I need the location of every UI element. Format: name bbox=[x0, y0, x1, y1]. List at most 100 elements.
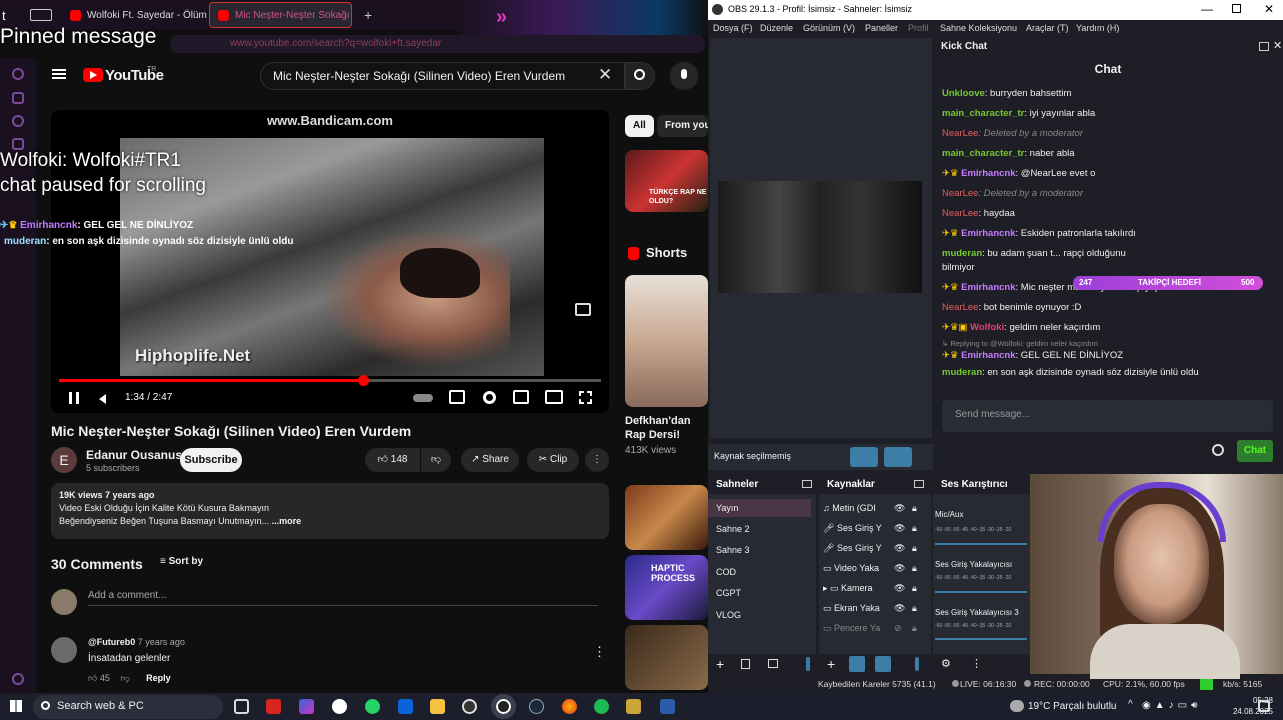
obs-preview[interactable] bbox=[710, 38, 932, 438]
outlook-icon[interactable] bbox=[398, 699, 413, 714]
clip-button[interactable]: ✂ Clip bbox=[527, 448, 579, 472]
taskbar-search-input[interactable]: Search web & PC bbox=[33, 695, 223, 719]
scene-item[interactable]: COD bbox=[708, 563, 811, 581]
theater-mode-icon[interactable] bbox=[545, 390, 563, 404]
volume-slider[interactable] bbox=[935, 638, 1027, 640]
whatsapp-icon[interactable] bbox=[365, 699, 380, 714]
scene-filters-icon[interactable] bbox=[768, 659, 778, 668]
visibility-eye-icon[interactable]: 👁︎ bbox=[894, 563, 905, 574]
tray-icons[interactable]: ◉▲♪▭🔊︎ bbox=[1142, 700, 1201, 711]
menu-view[interactable]: Görünüm (V) bbox=[803, 23, 855, 33]
sources-list[interactable]: ♫ Metin (GDI 👁︎ 🔒︎ 🎤︎ Ses Giriş Y 👁︎ 🔒︎ 🎤︎ S… bbox=[819, 494, 931, 654]
firefox-icon[interactable] bbox=[562, 699, 577, 714]
remove-source-icon[interactable] bbox=[849, 656, 865, 672]
short-thumbnail[interactable] bbox=[625, 625, 708, 690]
fullscreen-icon[interactable] bbox=[579, 391, 592, 404]
mixer-settings-gear-icon[interactable]: ⚙ bbox=[941, 657, 951, 670]
source-item[interactable]: ♫ Metin (GDI 👁︎ 🔒︎ bbox=[819, 499, 922, 517]
volume-icon[interactable] bbox=[99, 394, 106, 404]
close-window-icon[interactable]: ✕ bbox=[1264, 2, 1274, 16]
dock-float-icon[interactable] bbox=[914, 480, 924, 488]
add-scene-icon[interactable]: + bbox=[716, 656, 724, 672]
lock-icon[interactable]: 🔒︎ bbox=[912, 583, 917, 594]
source-item[interactable]: ▭ Ekran Yaka 👁︎ 🔒︎ bbox=[819, 599, 922, 617]
source-properties-gear-icon[interactable] bbox=[850, 447, 878, 467]
hamburger-menu-icon[interactable] bbox=[52, 69, 66, 79]
weather-text[interactable]: 19°C Parçalı bulutlu bbox=[1028, 701, 1117, 712]
volume-slider[interactable] bbox=[935, 543, 1027, 545]
tab-overview-icon[interactable] bbox=[30, 9, 52, 21]
recommended-thumbnail[interactable]: TÜRKÇE RAP NE OLDU? bbox=[625, 150, 708, 212]
scene-item[interactable]: Yayın bbox=[708, 499, 811, 517]
maximize-icon[interactable] bbox=[1232, 4, 1241, 13]
app-icon-w[interactable] bbox=[266, 699, 281, 714]
menu-tools[interactable]: Araçlar (T) bbox=[1026, 23, 1069, 33]
scene-item[interactable]: VLOG bbox=[708, 606, 811, 624]
weather-icon[interactable] bbox=[1010, 700, 1024, 712]
source-settings-gear-icon[interactable] bbox=[875, 656, 891, 672]
add-source-icon[interactable]: + bbox=[827, 656, 835, 672]
progress-scrubber[interactable] bbox=[357, 375, 369, 386]
lock-icon[interactable]: 🔒︎ bbox=[912, 563, 917, 574]
chat-username[interactable]: Unkloove bbox=[942, 88, 985, 99]
volume-slider[interactable] bbox=[935, 591, 1027, 593]
comment-dislike-icon[interactable]: 👎︎ bbox=[120, 673, 129, 683]
menu-profile[interactable]: Profil bbox=[908, 23, 929, 33]
lock-icon[interactable]: 🔒︎ bbox=[912, 603, 917, 614]
app-icon-game[interactable] bbox=[626, 699, 641, 714]
pause-icon[interactable] bbox=[69, 392, 79, 404]
chat-message-list[interactable]: Unkloove: burryden bahsettim main_charac… bbox=[942, 84, 1277, 383]
chip-from-channel[interactable]: From your bbox=[657, 115, 708, 137]
chip-all[interactable]: All bbox=[625, 115, 654, 137]
source-item[interactable]: 🎤︎ Ses Giriş Y 👁︎ 🔒︎ bbox=[819, 519, 922, 537]
visibility-eye-icon[interactable]: 👁︎ bbox=[894, 503, 905, 514]
chat-username[interactable]: NearLee bbox=[942, 128, 978, 139]
xbox-icon[interactable] bbox=[332, 699, 347, 714]
lock-icon[interactable]: 🔒︎ bbox=[912, 623, 917, 634]
chat-username[interactable]: NearLee bbox=[942, 302, 978, 313]
new-tab-icon[interactable]: + bbox=[364, 7, 372, 23]
progress-bar[interactable] bbox=[59, 375, 601, 386]
channel-name[interactable]: Edanur Ousanus bbox=[86, 448, 182, 462]
remove-scene-icon[interactable] bbox=[741, 659, 750, 669]
steam-icon[interactable] bbox=[529, 699, 544, 714]
visibility-eye-icon[interactable]: 👁︎ bbox=[894, 523, 905, 534]
obs-active-icon[interactable] bbox=[491, 694, 516, 719]
dislike-button[interactable]: 👎︎ bbox=[421, 448, 451, 472]
chat-username[interactable]: muderan bbox=[942, 367, 982, 378]
short-title[interactable]: Defkhan'dan Rap Dersi! bbox=[625, 414, 691, 442]
menu-file[interactable]: Dosya (F) bbox=[713, 23, 753, 33]
chat-username[interactable]: main_character_tr bbox=[942, 108, 1024, 119]
copilot-icon[interactable] bbox=[299, 699, 314, 714]
short-thumbnail[interactable] bbox=[625, 485, 708, 550]
scene-item[interactable]: CGPT bbox=[708, 584, 811, 602]
lock-icon[interactable]: 🔒︎ bbox=[912, 543, 917, 554]
menu-docks[interactable]: Paneller bbox=[865, 23, 898, 33]
search-button[interactable] bbox=[625, 62, 655, 90]
sidebar-history-icon[interactable] bbox=[12, 115, 24, 127]
dock-float-icon[interactable] bbox=[802, 480, 812, 488]
chat-username[interactable]: muderan bbox=[942, 248, 982, 259]
visibility-hidden-icon[interactable]: ⊘ bbox=[894, 623, 902, 634]
short-thumbnail[interactable]: HAPTIC PROCESS bbox=[625, 555, 708, 620]
chat-username[interactable]: NearLee bbox=[942, 208, 978, 219]
sidebar-settings-icon[interactable] bbox=[12, 673, 24, 685]
send-chat-button[interactable]: Chat bbox=[1237, 440, 1273, 462]
clear-search-icon[interactable]: ✕ bbox=[598, 65, 612, 85]
sidebar-globe-icon[interactable] bbox=[12, 68, 24, 80]
commenter-avatar[interactable] bbox=[51, 637, 77, 663]
lock-icon[interactable]: 🔒︎ bbox=[912, 523, 917, 534]
share-button[interactable]: ↗ Share bbox=[461, 448, 519, 472]
visibility-eye-icon[interactable]: 👁︎ bbox=[894, 583, 905, 594]
visibility-eye-icon[interactable]: 👁︎ bbox=[894, 603, 905, 614]
comment-username[interactable]: @Futureb0 bbox=[88, 637, 135, 647]
mixer-menu-icon[interactable]: ⋮ bbox=[971, 657, 982, 670]
notification-icon[interactable] bbox=[1258, 700, 1270, 712]
dock-float-icon[interactable] bbox=[1259, 42, 1269, 51]
chat-username[interactable]: Emirhancnk bbox=[961, 168, 1015, 179]
file-explorer-icon[interactable] bbox=[430, 699, 445, 714]
comment-menu-icon[interactable]: ⋮ bbox=[593, 644, 606, 660]
search-input[interactable]: Mic Neşter-Neşter Sokağı (Silinen Video)… bbox=[260, 62, 625, 90]
autoplay-toggle[interactable] bbox=[413, 394, 433, 402]
menu-scene-collection[interactable]: Sahne Koleksiyonu bbox=[940, 23, 1017, 33]
